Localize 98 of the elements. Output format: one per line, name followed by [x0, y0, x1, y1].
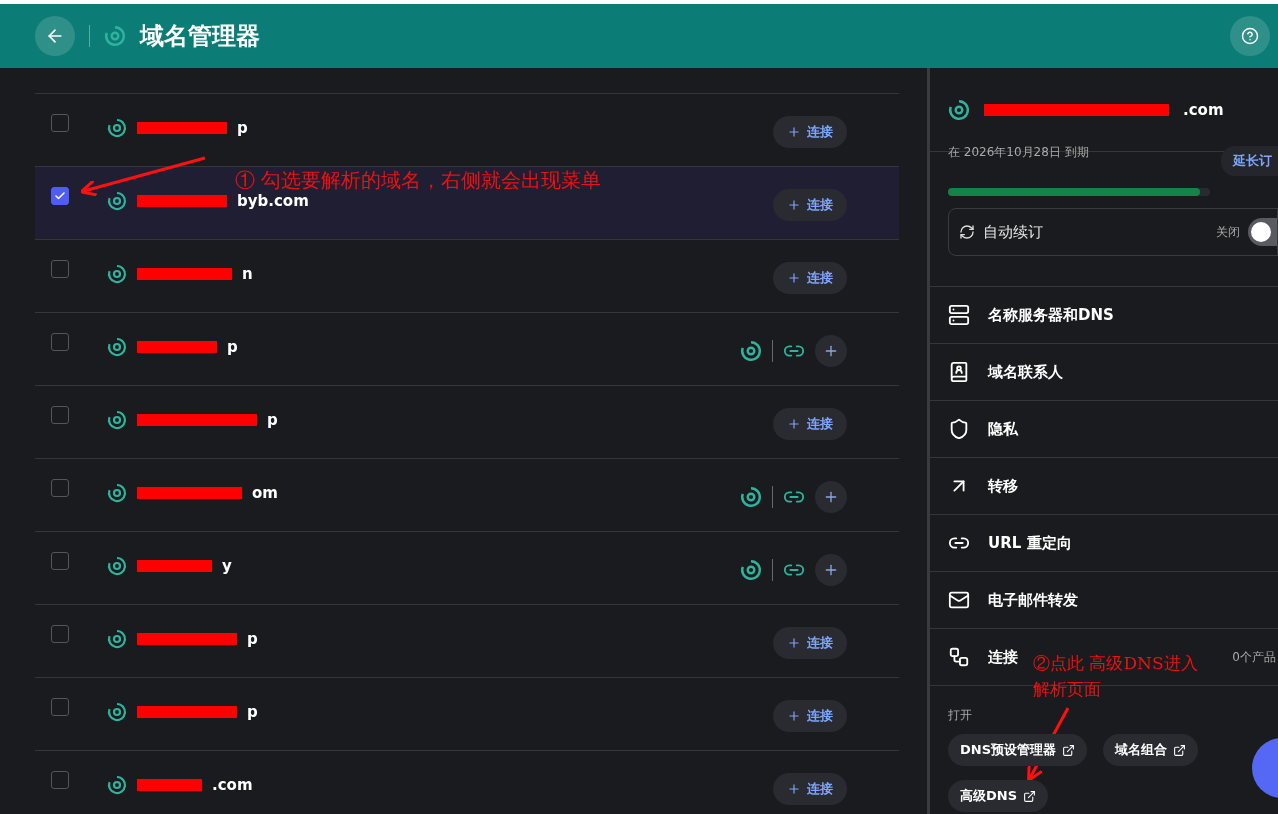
- plus-icon: [787, 271, 801, 285]
- checkbox[interactable]: [51, 625, 69, 643]
- domain-icon: [740, 486, 762, 508]
- domain-row[interactable]: n 连接: [35, 239, 899, 312]
- page-title: 域名管理器: [140, 21, 261, 52]
- add-button[interactable]: [815, 554, 847, 586]
- domain-icon: [107, 702, 127, 722]
- domain-name: .com: [1183, 100, 1224, 119]
- domain-icon: [107, 337, 127, 357]
- domain-icon: [948, 98, 970, 121]
- domain-icon: [740, 340, 762, 362]
- privacy-icon: [948, 418, 970, 440]
- plus-icon: [787, 198, 801, 212]
- domain-icon: [107, 483, 127, 503]
- domain-name: p: [227, 338, 238, 356]
- plus-icon: [787, 417, 801, 431]
- domain-row[interactable]: om: [35, 458, 899, 531]
- renew-icon: [959, 224, 975, 240]
- plus-icon: [787, 782, 801, 796]
- domain-icon: [107, 629, 127, 649]
- plus-icon: [823, 562, 839, 578]
- connect-button[interactable]: 连接: [773, 700, 847, 732]
- external-link-icon: [1173, 743, 1187, 757]
- checkbox[interactable]: [51, 187, 69, 205]
- contact-icon: [948, 361, 970, 383]
- connect-button[interactable]: 连接: [773, 189, 847, 221]
- domain-name: y: [222, 557, 232, 575]
- connect-button[interactable]: 连接: [773, 627, 847, 659]
- checkbox[interactable]: [51, 114, 69, 132]
- add-button[interactable]: [815, 335, 847, 367]
- checkbox[interactable]: [51, 406, 69, 424]
- domain-name: om: [252, 484, 278, 502]
- domain-name: n: [242, 265, 253, 283]
- plus-icon: [787, 636, 801, 650]
- plus-icon: [823, 343, 839, 359]
- menu-item[interactable]: 域名联系人: [988, 362, 1063, 382]
- back-button[interactable]: [35, 16, 75, 56]
- auto-renew-label: 自动续订: [983, 222, 1044, 242]
- checkbox[interactable]: [51, 698, 69, 716]
- annotation-text: ②点此 高级DNS进入解析页面: [1033, 652, 1199, 701]
- domain-name: .com: [212, 776, 253, 794]
- checkbox[interactable]: [51, 333, 69, 351]
- section-label: 打开: [948, 708, 972, 722]
- plus-icon: [823, 489, 839, 505]
- domain-name: p: [267, 411, 278, 429]
- domain-icon: [107, 410, 127, 430]
- expiry-text: 在 2026年10月28日 到期: [948, 144, 1089, 161]
- email-icon: [948, 589, 970, 611]
- external-link-button[interactable]: DNS预设管理器: [948, 734, 1088, 766]
- menu-item[interactable]: 电子邮件转发: [988, 590, 1078, 610]
- domain-icon: [740, 559, 762, 581]
- connect-button[interactable]: 连接: [773, 408, 847, 440]
- menu-item[interactable]: 连接: [988, 647, 1018, 667]
- connect-button[interactable]: 连接: [773, 773, 847, 805]
- external-link-button[interactable]: 域名组合: [1103, 734, 1199, 766]
- domain-icon: [107, 775, 127, 795]
- domain-row[interactable]: p 连接: [35, 604, 899, 677]
- help-button[interactable]: [1230, 16, 1270, 56]
- checkbox[interactable]: [51, 260, 69, 278]
- menu-item[interactable]: 隐私: [988, 419, 1018, 439]
- connect-icon: [948, 646, 970, 668]
- toggle-state: 关闭: [1216, 223, 1240, 241]
- check-icon: [54, 190, 66, 202]
- extend-button[interactable]: 延长订: [1221, 146, 1278, 176]
- menu-item[interactable]: 名称服务器和DNS: [988, 305, 1114, 325]
- domain-row[interactable]: p: [35, 312, 899, 385]
- domain-name: p: [247, 630, 258, 648]
- domain-icon: [107, 264, 127, 284]
- domain-icon: [107, 191, 127, 211]
- domain-name: p: [247, 703, 258, 721]
- checkbox[interactable]: [51, 771, 69, 789]
- annotation-text: ① 勾选要解析的域名，右侧就会出现菜单: [235, 167, 602, 194]
- add-button[interactable]: [815, 481, 847, 513]
- external-link-button[interactable]: 高级DNS: [948, 780, 1049, 812]
- plus-icon: [787, 125, 801, 139]
- domain-icon: [107, 556, 127, 576]
- menu-item[interactable]: URL 重定向: [988, 533, 1072, 553]
- external-link-icon: [1062, 743, 1076, 757]
- domain-row[interactable]: p 连接: [35, 677, 899, 750]
- menu-item[interactable]: 转移: [988, 476, 1018, 496]
- domain-name: byb.com: [237, 192, 309, 210]
- toggle-switch[interactable]: [1248, 218, 1277, 246]
- connect-button[interactable]: 连接: [773, 116, 847, 148]
- checkbox[interactable]: [51, 479, 69, 497]
- help-icon: [1241, 27, 1259, 45]
- checkbox[interactable]: [51, 552, 69, 570]
- plus-icon: [787, 709, 801, 723]
- connect-button[interactable]: 连接: [773, 262, 847, 294]
- domain-icon: [104, 25, 126, 47]
- domain-row[interactable]: p 连接: [35, 385, 899, 458]
- domain-row[interactable]: y: [35, 531, 899, 604]
- domain-icon: [107, 118, 127, 138]
- external-link-icon: [1023, 789, 1037, 803]
- redaction-mark: [137, 779, 202, 791]
- dns-icon: [948, 304, 970, 326]
- product-count: 0个产品: [1232, 648, 1276, 666]
- domain-row[interactable]: .com 连接: [35, 750, 899, 814]
- domain-name: p: [237, 119, 248, 137]
